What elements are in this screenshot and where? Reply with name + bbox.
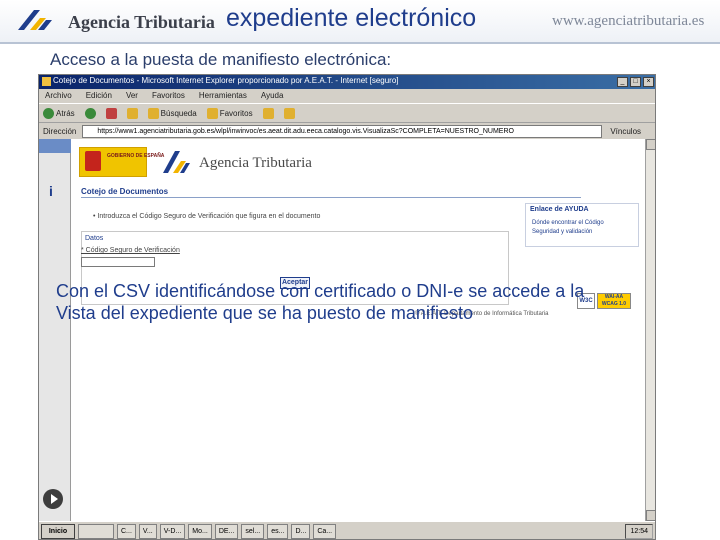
slide-subtitle: Acceso a la puesta de manifiesto electró… — [50, 50, 392, 69]
search-label: Búsqueda — [160, 108, 197, 118]
maximize-button[interactable]: □ — [630, 77, 641, 87]
quick-launch[interactable] — [78, 524, 114, 539]
taskbar-item[interactable]: Ca... — [313, 524, 337, 539]
menu-edicion[interactable]: Edición — [86, 89, 112, 103]
address-input[interactable]: https://www1.agenciatributaria.gob.es/wl… — [82, 124, 603, 138]
coat-of-arms-icon — [85, 151, 101, 171]
web-page: GOBIERNO DE ESPAÑA Agencia Tributaria Co… — [71, 139, 645, 521]
csv-label: * Código Seguro de Verificación — [81, 247, 180, 254]
links-label[interactable]: Vínculos — [610, 127, 641, 136]
wai-badge[interactable]: WAI-AA WCAG 1.0 — [597, 293, 631, 309]
print-button[interactable] — [283, 107, 295, 119]
website-url: www.agenciatributaria.es — [552, 13, 705, 29]
home-icon — [126, 107, 138, 119]
printer-icon — [283, 107, 295, 119]
back-button[interactable]: Atrás — [43, 107, 75, 119]
address-bar: Dirección https://www1.agenciatributaria… — [39, 123, 655, 139]
forward-arrow-icon — [84, 107, 96, 119]
taskbar-item[interactable]: C... — [117, 524, 136, 539]
page-agency-name: Agencia Tributaria — [199, 155, 312, 171]
menu-archivo[interactable]: Archivo — [45, 89, 72, 103]
section-title: Cotejo de Documentos — [81, 187, 169, 196]
forward-button[interactable] — [84, 107, 96, 119]
menu-ver[interactable]: Ver — [126, 89, 138, 103]
toolbar: Atrás Búsqueda Favoritos — [39, 103, 655, 123]
datos-label: Datos — [85, 235, 104, 242]
stop-icon — [105, 107, 117, 119]
gobierno-text: GOBIERNO DE ESPAÑA — [107, 153, 165, 159]
overlay-caption: Con el CSV identificándose con certifica… — [56, 281, 585, 323]
help-title: Enlace de AYUDA — [530, 206, 589, 213]
at-logo-icon — [163, 151, 190, 173]
back-label: Atrás — [56, 108, 75, 118]
favorites-button[interactable]: Favoritos — [206, 107, 253, 119]
instruction-label: Introduzca el Código Seguro de Verificac… — [97, 213, 321, 220]
scroll-up-button[interactable] — [646, 139, 655, 150]
page-banner: GOBIERNO DE ESPAÑA Agencia Tributaria — [79, 145, 379, 181]
csv-input[interactable] — [81, 257, 155, 267]
info-icon: i — [49, 183, 53, 199]
help-link-codigo[interactable]: Dónde encontrar el Código — [532, 220, 604, 226]
instruction-text: • Introduzca el Código Seguro de Verific… — [93, 213, 321, 220]
favorites-label: Favoritos — [219, 108, 253, 118]
play-icon[interactable] — [43, 489, 63, 509]
start-button[interactable]: Inicio — [41, 524, 75, 539]
taskbar-item[interactable]: D... — [291, 524, 311, 539]
menu-ayuda[interactable]: Ayuda — [261, 89, 284, 103]
taskbar-item[interactable]: es... — [267, 524, 289, 539]
vertical-scrollbar[interactable] — [645, 139, 655, 521]
header-bar: Agencia Tributaria expediente electrónic… — [0, 0, 720, 44]
mail-button[interactable] — [262, 107, 274, 119]
system-clock: 12:54 — [625, 524, 653, 539]
page-title: expediente electrónico — [226, 4, 477, 32]
taskbar-item[interactable]: Mo... — [188, 524, 212, 539]
search-icon — [147, 107, 159, 119]
ie-icon — [42, 77, 51, 86]
home-button[interactable] — [126, 107, 138, 119]
window-titlebar[interactable]: Cotejo de Documentos - Microsoft Interne… — [39, 75, 655, 89]
agencia-tributaria-logo-icon — [18, 10, 52, 30]
star-icon — [206, 107, 218, 119]
back-arrow-icon — [43, 107, 54, 119]
help-link-seguridad[interactable]: Seguridad y validación — [532, 229, 592, 235]
menu-herramientas[interactable]: Herramientas — [199, 89, 247, 103]
left-sidebar: i — [39, 139, 71, 521]
slide: Agencia Tributaria expediente electrónic… — [0, 0, 720, 540]
close-button[interactable]: × — [643, 77, 654, 87]
taskbar-item[interactable]: V... — [138, 524, 157, 539]
taskbar-item[interactable]: V-D... — [159, 524, 186, 539]
scroll-down-button[interactable] — [646, 510, 655, 521]
taskbar-item[interactable]: DE... — [214, 524, 239, 539]
address-label: Dirección — [43, 126, 77, 136]
window-title: Cotejo de Documentos - Microsoft Interne… — [53, 76, 399, 85]
help-box: Enlace de AYUDA Dónde encontrar el Códig… — [525, 203, 639, 247]
agency-name: Agencia Tributaria — [68, 12, 215, 32]
taskbar: Inicio C... V... V-D... Mo... DE... sel.… — [39, 521, 655, 539]
stop-button[interactable] — [105, 107, 117, 119]
search-button[interactable]: Búsqueda — [147, 107, 197, 119]
section-divider — [81, 197, 581, 198]
minimize-button[interactable]: _ — [617, 77, 628, 87]
menu-bar: Archivo Edición Ver Favoritos Herramient… — [39, 89, 655, 103]
taskbar-item[interactable]: sel... — [241, 524, 265, 539]
menu-favoritos[interactable]: Favoritos — [152, 89, 185, 103]
mail-icon — [262, 107, 274, 119]
sidebar-header — [39, 139, 71, 153]
window-controls: _ □ × — [617, 77, 654, 87]
